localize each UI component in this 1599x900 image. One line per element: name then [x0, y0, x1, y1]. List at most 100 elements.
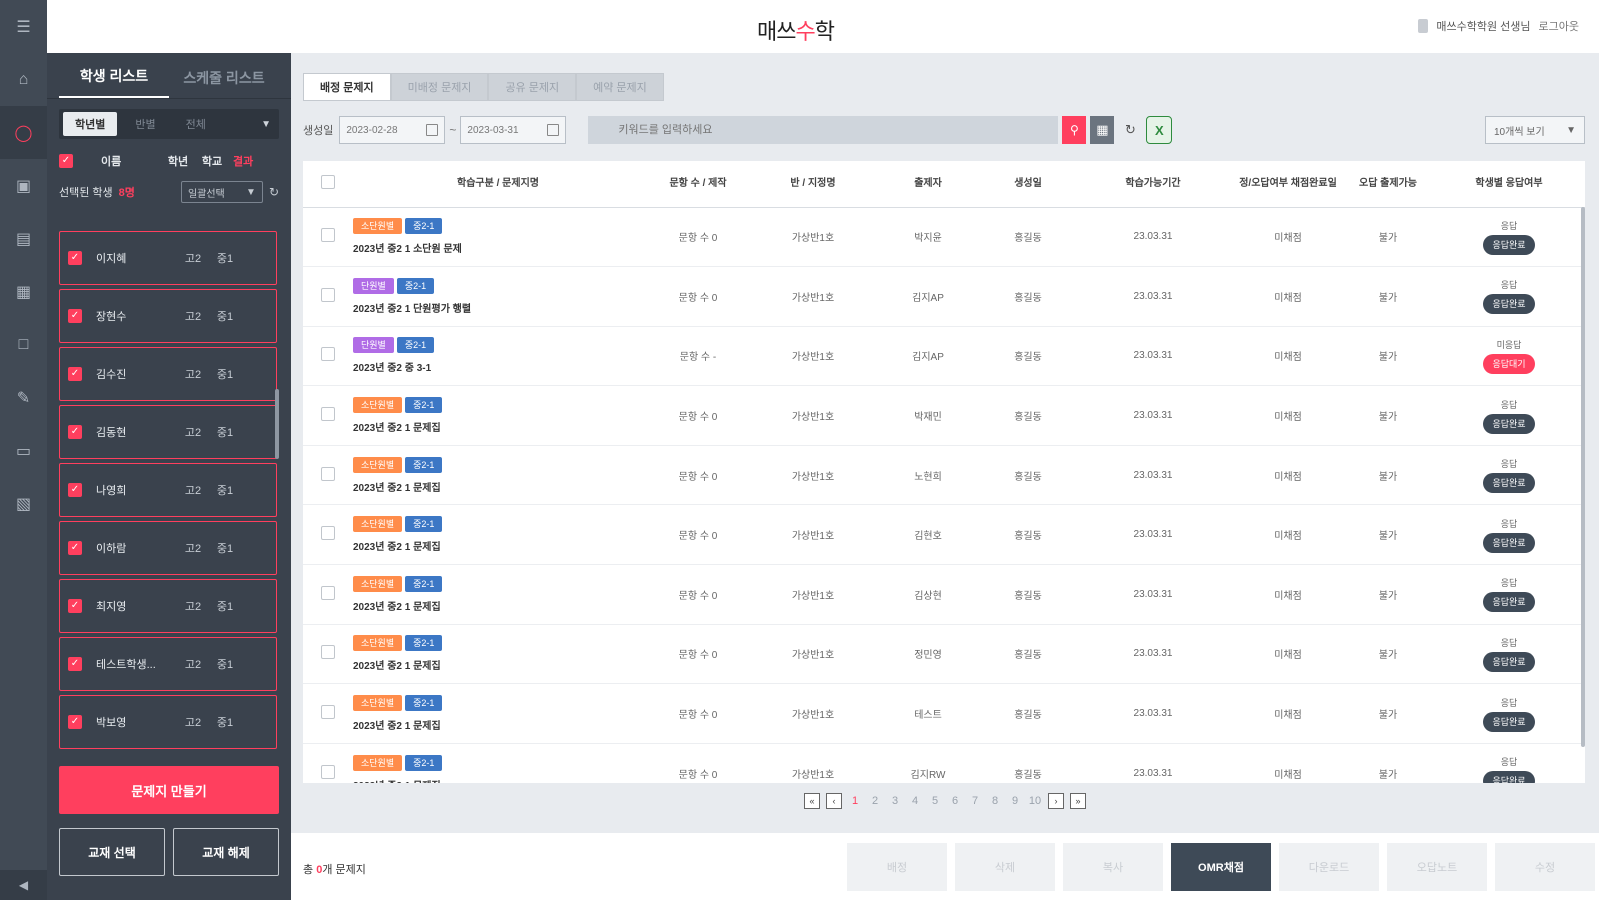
- worksheet-name[interactable]: 2023년 중2 1 문제집: [353, 419, 643, 434]
- table-row[interactable]: 소단원별 중2-1 2023년 중2 1 문제집 문항 수 0 가상반1호 박재민 홍길동 2…: [303, 386, 1585, 446]
- date-to-field[interactable]: 2023-03-31: [460, 116, 567, 144]
- worksheet-name[interactable]: 2023년 중2 1 문제집: [353, 479, 643, 494]
- book-icon[interactable]: ▣: [0, 159, 47, 212]
- page-8[interactable]: 8: [988, 795, 1002, 807]
- table-row[interactable]: 소단원별 중2-1 2023년 중2 1 소단원 문제 문항 수 0 가상반1호 박지윤 홍…: [303, 207, 1585, 267]
- page-1[interactable]: 1: [848, 795, 862, 807]
- page-4[interactable]: 4: [908, 795, 922, 807]
- row-checkbox[interactable]: [321, 228, 335, 243]
- table-row[interactable]: 단원별 중2-1 2023년 중2 중 3-1 문항 수 - 가상반1호 김지AP 홍길동 2…: [303, 326, 1585, 386]
- excel-icon[interactable]: X: [1146, 116, 1173, 144]
- page-10[interactable]: 10: [1028, 795, 1042, 807]
- menu-icon[interactable]: ☰: [0, 0, 47, 53]
- tab-reserved[interactable]: 예약 문제지: [576, 73, 664, 101]
- student-checkbox[interactable]: ✓: [68, 599, 82, 613]
- copy-button[interactable]: 복사: [1063, 843, 1163, 891]
- document-icon[interactable]: ▤: [0, 212, 47, 265]
- table-row[interactable]: 소단원별 중2-1 2023년 중2 1 문제집 문항 수 0 가상반1호 김상현 홍길동 2…: [303, 565, 1585, 625]
- page-3[interactable]: 3: [888, 795, 902, 807]
- student-checkbox[interactable]: ✓: [68, 541, 82, 555]
- filter-all[interactable]: 전체: [174, 112, 218, 136]
- bulk-select-dropdown[interactable]: 일괄선택 ▼: [180, 181, 263, 203]
- row-checkbox[interactable]: [321, 585, 335, 600]
- student-item[interactable]: ✓ 김수진 고2 중1: [59, 347, 277, 401]
- status-badge[interactable]: 응답완료: [1483, 532, 1535, 553]
- first-page-icon[interactable]: «: [804, 793, 820, 809]
- worksheet-name[interactable]: 2023년 중2 1 소단원 문제: [353, 240, 643, 255]
- worksheet-name[interactable]: 2023년 중2 1 문제집: [353, 598, 643, 613]
- omr-grading-button[interactable]: OMR채점: [1171, 843, 1271, 891]
- clipboard-icon[interactable]: ▧: [0, 477, 47, 530]
- table-row[interactable]: 소단원별 중2-1 2023년 중2 1 문제집 문항 수 0 가상반1호 노현희 홍길동 2…: [303, 445, 1585, 505]
- status-badge[interactable]: 응답완료: [1483, 651, 1535, 672]
- page-2[interactable]: 2: [868, 795, 882, 807]
- next-page-icon[interactable]: ›: [1048, 793, 1064, 809]
- tab-shared[interactable]: 공유 문제지: [488, 73, 577, 101]
- student-item[interactable]: ✓ 최지영 고2 중1: [59, 579, 277, 633]
- worksheet-name[interactable]: 2023년 중2 1 문제집: [353, 538, 643, 553]
- chevron-down-icon[interactable]: ▼: [261, 119, 275, 130]
- make-worksheet-button[interactable]: 문제지 만들기: [59, 766, 279, 814]
- prev-page-icon[interactable]: ‹: [826, 793, 842, 809]
- assign-button[interactable]: 배정: [847, 843, 947, 891]
- select-all-rows-checkbox[interactable]: [321, 174, 335, 189]
- row-checkbox[interactable]: [321, 645, 335, 660]
- tab-unassigned[interactable]: 미배정 문제지: [390, 73, 489, 101]
- filter-grade[interactable]: 학년별: [63, 112, 118, 136]
- status-badge[interactable]: 응답완료: [1483, 711, 1535, 732]
- row-checkbox[interactable]: [321, 764, 335, 779]
- worksheet-name[interactable]: 2023년 중2 중 3-1: [353, 359, 643, 374]
- page-7[interactable]: 7: [968, 795, 982, 807]
- table-row[interactable]: 소단원별중2-1 2023년 중2 1 문제집 문항 수 0 가상반1호 김지RW 홍길동…: [303, 743, 1585, 783]
- page-5[interactable]: 5: [928, 795, 942, 807]
- row-checkbox[interactable]: [321, 526, 335, 541]
- edit-icon[interactable]: ✎: [0, 371, 47, 424]
- student-item[interactable]: ✓ 장현수 고2 중1: [59, 289, 277, 343]
- student-checkbox[interactable]: ✓: [68, 715, 82, 729]
- select-all-checkbox[interactable]: ✓: [59, 154, 73, 168]
- student-item[interactable]: ✓ 이지혜 고2 중1: [59, 231, 277, 285]
- search-icon[interactable]: ⚲: [1062, 116, 1087, 144]
- folder-icon[interactable]: ▭: [0, 424, 47, 477]
- status-badge[interactable]: 응답대기: [1483, 353, 1535, 374]
- logout-link[interactable]: 로그아웃: [1539, 18, 1579, 34]
- status-badge[interactable]: 응답완료: [1483, 234, 1535, 255]
- student-item[interactable]: ✓ 김동현 고2 중1: [59, 405, 277, 459]
- edit-button[interactable]: 수정: [1495, 843, 1595, 891]
- student-item[interactable]: ✓ 박보영 고2 중1: [59, 695, 277, 749]
- student-item[interactable]: ✓ 이하람 고2 중1: [59, 521, 277, 575]
- table-scrollbar[interactable]: [1581, 207, 1585, 747]
- student-checkbox[interactable]: ✓: [68, 309, 82, 323]
- worksheet-name[interactable]: 2023년 중2 1 문제집: [353, 657, 643, 672]
- page-6[interactable]: 6: [948, 795, 962, 807]
- collapse-icon[interactable]: ◀: [0, 870, 47, 900]
- student-checkbox[interactable]: ✓: [68, 483, 82, 497]
- filter-class[interactable]: 반별: [123, 112, 167, 136]
- status-badge[interactable]: 응답완료: [1483, 294, 1535, 315]
- row-checkbox[interactable]: [321, 347, 335, 362]
- wrong-note-button[interactable]: 오답노트: [1387, 843, 1487, 891]
- status-badge[interactable]: 응답완료: [1483, 473, 1535, 494]
- table-row[interactable]: 소단원별 중2-1 2023년 중2 1 문제집 문항 수 0 가상반1호 정민영 홍길동 2…: [303, 624, 1585, 684]
- worksheet-name[interactable]: 2023년 중2 1 단원평가 행렬: [353, 300, 643, 315]
- select-textbook-button[interactable]: 교재 선택: [59, 828, 165, 876]
- row-checkbox[interactable]: [321, 466, 335, 481]
- student-icon[interactable]: ◯: [0, 106, 47, 159]
- table-row[interactable]: 소단원별 중2-1 2023년 중2 1 문제집 문항 수 0 가상반1호 테스트 홍길동 2…: [303, 684, 1585, 744]
- student-checkbox[interactable]: ✓: [68, 367, 82, 381]
- search-input[interactable]: [588, 116, 1059, 144]
- table-row[interactable]: 단원별 중2-1 2023년 중2 1 단원평가 행렬 문항 수 0 가상반1호 김지AP…: [303, 267, 1585, 327]
- row-checkbox[interactable]: [321, 705, 335, 720]
- status-badge[interactable]: 응답완료: [1483, 592, 1535, 613]
- delete-button[interactable]: 삭제: [955, 843, 1055, 891]
- page-9[interactable]: 9: [1008, 795, 1022, 807]
- tab-schedule-list[interactable]: 스케줄 리스트: [169, 68, 279, 98]
- row-checkbox[interactable]: [321, 407, 335, 422]
- worksheet-name[interactable]: 2023년 중2 1 문제집: [353, 717, 643, 732]
- student-checkbox[interactable]: ✓: [68, 251, 82, 265]
- date-from-field[interactable]: 2023-02-28: [339, 116, 446, 144]
- monitor-icon[interactable]: □: [0, 318, 47, 371]
- status-badge[interactable]: 응답완료: [1483, 413, 1535, 434]
- download-button[interactable]: 다운로드: [1279, 843, 1379, 891]
- calculator-icon[interactable]: ▦: [1090, 116, 1115, 144]
